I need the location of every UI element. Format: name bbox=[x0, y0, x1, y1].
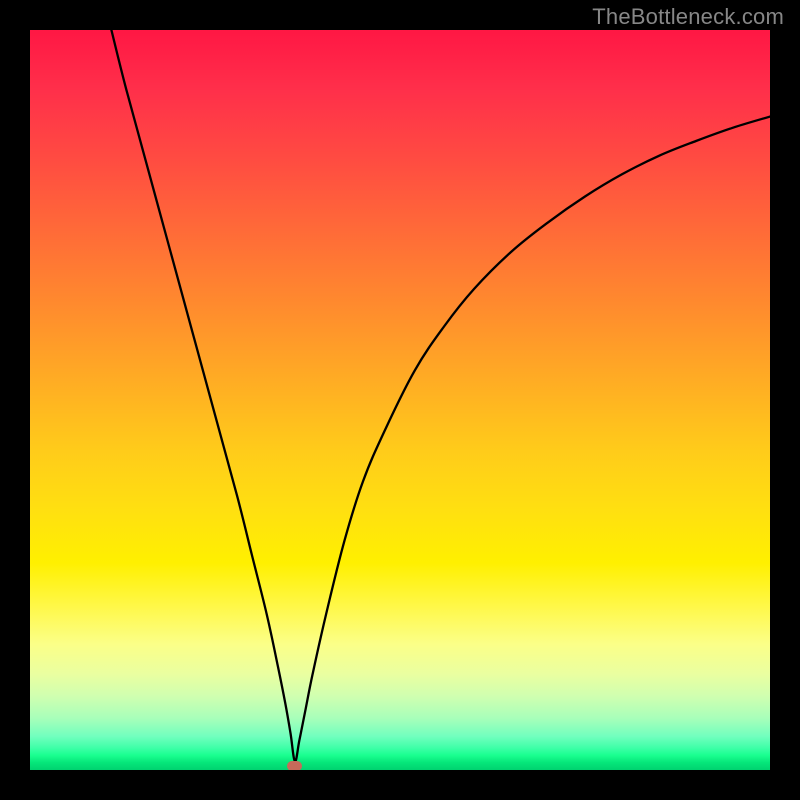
plot-area bbox=[30, 30, 770, 770]
watermark-text: TheBottleneck.com bbox=[592, 4, 784, 30]
bottleneck-curve bbox=[111, 30, 770, 761]
curve-svg bbox=[30, 30, 770, 770]
chart-frame: TheBottleneck.com bbox=[0, 0, 800, 800]
minimum-marker bbox=[287, 761, 302, 770]
